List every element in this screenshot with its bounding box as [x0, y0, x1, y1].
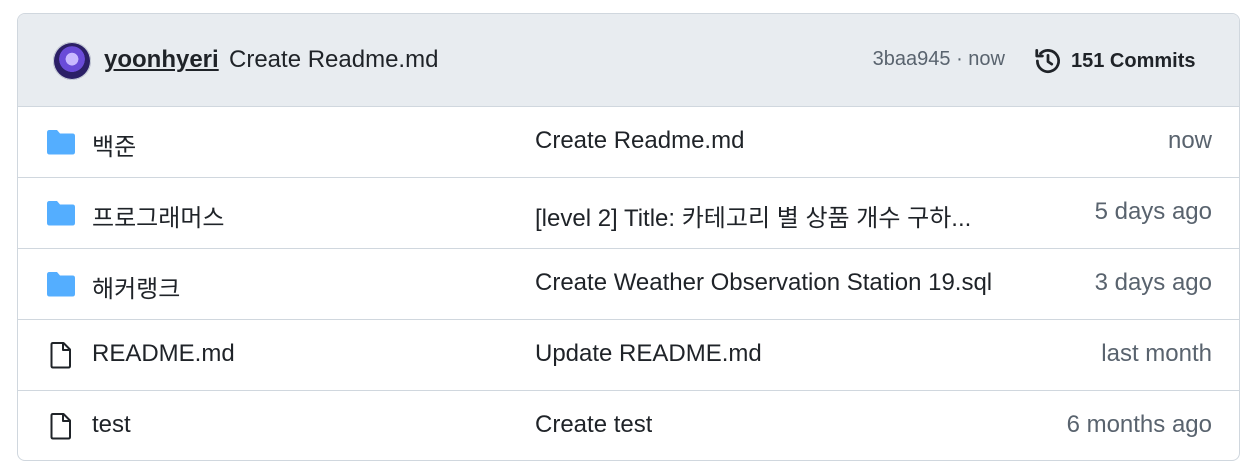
- commit-author-link[interactable]: yoonhyeri: [104, 46, 219, 74]
- file-commit-age: 5 days ago: [1094, 198, 1212, 225]
- file-name-link[interactable]: test: [92, 411, 131, 439]
- commits-count-label: 151 Commits: [1071, 49, 1196, 72]
- latest-commit-bar: yoonhyeri Create Readme.md 3baa945 · now…: [18, 14, 1239, 107]
- file-row[interactable]: 백준 Create Readme.md now: [18, 107, 1239, 178]
- file-row[interactable]: test Create test 6 months ago: [18, 391, 1239, 460]
- file-commit-message-link[interactable]: Update README.md: [535, 340, 762, 368]
- commit-sha-time[interactable]: 3baa945 · now: [873, 48, 1005, 71]
- file-list-container: yoonhyeri Create Readme.md 3baa945 · now…: [17, 13, 1240, 461]
- file-commit-message-link[interactable]: Create Weather Observation Station 19.sq…: [535, 269, 992, 297]
- file-commit-age: last month: [1101, 340, 1212, 367]
- file-commit-age: now: [1167, 127, 1212, 154]
- history-icon: [1035, 49, 1060, 73]
- file-icon: [50, 413, 71, 440]
- folder-icon: [47, 272, 75, 297]
- folder-icon: [47, 201, 75, 226]
- file-name-link[interactable]: README.md: [92, 340, 235, 368]
- file-icon: [50, 342, 71, 369]
- file-commit-message-link[interactable]: Create Readme.md: [535, 127, 744, 155]
- author-avatar[interactable]: [53, 42, 91, 80]
- file-name-link[interactable]: 백준: [92, 127, 136, 162]
- file-row[interactable]: 해커랭크 Create Weather Observation Station …: [18, 249, 1239, 320]
- file-name-link[interactable]: 해커랭크: [92, 269, 180, 304]
- file-commit-message-link[interactable]: Create test: [535, 411, 652, 439]
- commits-history-button[interactable]: 151 Commits: [1033, 44, 1196, 78]
- file-row[interactable]: README.md Update README.md last month: [18, 320, 1239, 391]
- latest-commit-message[interactable]: Create Readme.md: [229, 46, 438, 74]
- folder-icon: [47, 130, 75, 155]
- file-commit-age: 3 days ago: [1094, 269, 1212, 296]
- file-row[interactable]: 프로그래머스 [level 2] Title: 카테고리 별 상품 개수 구하.…: [18, 178, 1239, 249]
- file-name-link[interactable]: 프로그래머스: [92, 198, 224, 233]
- file-commit-message-link[interactable]: [level 2] Title: 카테고리 별 상품 개수 구하...: [535, 198, 971, 233]
- file-commit-age: 6 months ago: [1066, 411, 1212, 438]
